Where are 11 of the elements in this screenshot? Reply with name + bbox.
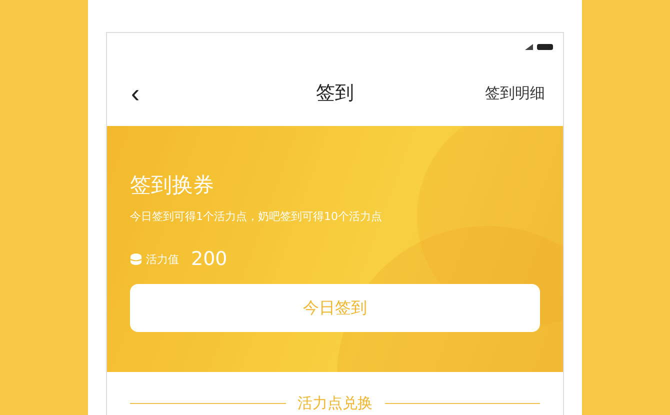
back-button[interactable]: ‹ — [127, 80, 144, 106]
signal-icon — [525, 44, 533, 50]
points-label: 活力值 — [146, 252, 179, 266]
banner-subtitle: 今日签到可得1个活力点，奶吧签到可得10个活力点 — [130, 209, 383, 224]
points-value: 200 — [191, 248, 228, 270]
coin-stack-icon — [130, 253, 142, 265]
details-link[interactable]: 签到明细 — [485, 84, 545, 102]
banner-title: 签到换券 — [130, 172, 215, 199]
section-heading: 活力点兑换 — [298, 394, 372, 413]
page-title: 签到 — [316, 81, 354, 106]
battery-icon — [537, 44, 553, 50]
